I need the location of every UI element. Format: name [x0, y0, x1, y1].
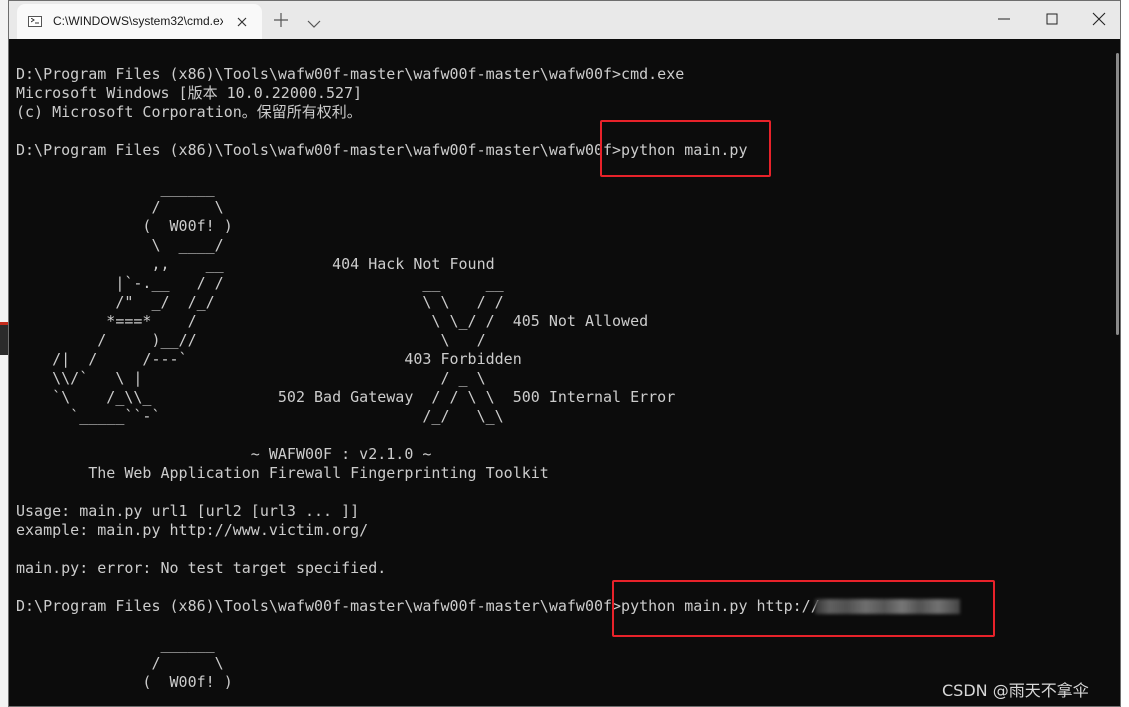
terminal-line: main.py: error: No test target specified… — [16, 559, 387, 577]
terminal-line: Usage: main.py url1 [url2 [url3 ... ]] — [16, 502, 360, 520]
background-window-fragment — [0, 325, 8, 355]
highlight-box — [600, 120, 771, 177]
terminal-line: `_____``-` /_/ \_\ — [16, 407, 504, 425]
terminal-line: `\ /_\\_ 502 Bad Gateway / / \ \ 500 Int… — [16, 388, 676, 406]
terminal-line: D:\Program Files (x86)\Tools\wafw00f-mas… — [16, 65, 685, 83]
title-bar[interactable]: C:\WINDOWS\system32\cmd.exe — [9, 1, 1120, 39]
terminal-line: \ ____/ — [16, 236, 224, 254]
watermark: CSDN @雨天不拿伞 — [942, 681, 1089, 700]
tab-title: C:\WINDOWS\system32\cmd.exe — [53, 14, 223, 28]
terminal-line: / \ — [16, 654, 224, 672]
plus-icon[interactable] — [273, 12, 289, 28]
terminal-line: ,, __ 404 Hack Not Found — [16, 255, 495, 273]
terminal-line: ~ WAFW00F : v2.1.0 ~ — [16, 445, 432, 463]
terminal-line: *===* / \ \_/ / 405 Not Allowed — [16, 312, 649, 330]
redacted-url — [815, 599, 960, 614]
tab-cmd[interactable]: C:\WINDOWS\system32\cmd.exe — [17, 4, 262, 39]
terminal-line: \\/` \ | / _ \ — [16, 369, 486, 387]
terminal-line: / )__// \ / — [16, 331, 486, 349]
terminal-line: The Web Application Firewall Fingerprint… — [16, 464, 549, 482]
terminal-line: example: main.py http://www.victim.org/ — [16, 521, 369, 539]
terminal-line: ______ — [16, 179, 215, 197]
terminal-line: Microsoft Windows [版本 10.0.22000.527] — [16, 84, 363, 102]
terminal-line: D:\Program Files (x86)\Tools\wafw00f-mas… — [16, 141, 748, 159]
terminal-line: ( W00f! ) — [16, 217, 233, 235]
terminal-line: /| / /---` 403 Forbidden — [16, 350, 522, 368]
maximize-icon[interactable] — [1045, 11, 1059, 25]
cmd-icon — [28, 16, 42, 27]
terminal-line: |`-.__ / / __ __ — [16, 274, 504, 292]
terminal-line: / \ — [16, 198, 224, 216]
scrollbar[interactable] — [1116, 53, 1119, 335]
chevron-down-icon[interactable] — [307, 14, 321, 28]
terminal-line: (c) Microsoft Corporation。保留所有权利。 — [16, 103, 362, 121]
close-icon[interactable] — [232, 12, 252, 32]
close-window-icon[interactable] — [1091, 11, 1107, 27]
terminal-line: /" _/ /_/ \ \ / / — [16, 293, 504, 311]
minimize-icon[interactable] — [997, 11, 1011, 25]
cmd-window: C:\WINDOWS\system32\cmd.exe D:\Program F… — [8, 0, 1121, 707]
terminal-line: ______ — [16, 635, 215, 653]
